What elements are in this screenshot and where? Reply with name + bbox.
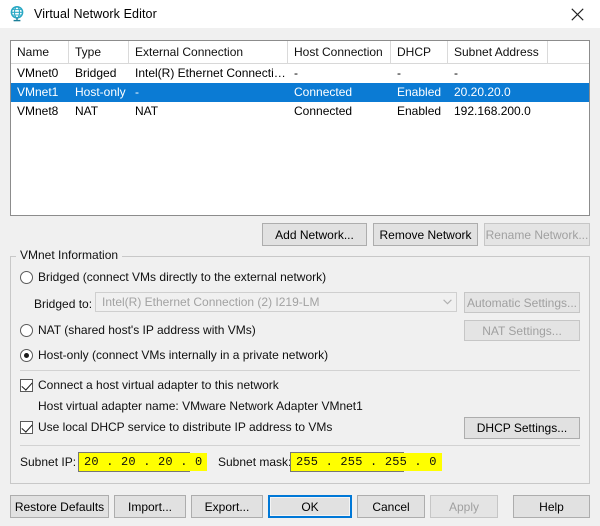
column-header-type[interactable]: Type xyxy=(69,41,129,63)
globe-icon xyxy=(8,5,26,23)
import-button[interactable]: Import... xyxy=(114,495,186,518)
radio-bridged[interactable]: Bridged (connect VMs directly to the ext… xyxy=(20,270,326,284)
checkbox-local-dhcp[interactable]: Use local DHCP service to distribute IP … xyxy=(20,420,332,434)
export-button[interactable]: Export... xyxy=(191,495,263,518)
radio-bridged-label: Bridged (connect VMs directly to the ext… xyxy=(38,270,327,284)
subnet-mask-input[interactable]: 255 . 255 . 255 . 0 xyxy=(290,452,442,472)
subnet-ip-label: Subnet IP: xyxy=(20,455,77,469)
rename-network-button: Rename Network... xyxy=(484,223,590,246)
cell-type: Bridged xyxy=(75,66,117,80)
close-icon[interactable] xyxy=(554,0,600,28)
vmnet-information-title: VMnet Information xyxy=(16,248,123,262)
cell-type: NAT xyxy=(75,104,99,118)
column-header-subnet-address[interactable]: Subnet Address xyxy=(448,41,548,63)
cell-type: Host-only xyxy=(75,85,126,99)
column-header-host-connection[interactable]: Host Connection xyxy=(288,41,391,63)
radio-nat-label: NAT (shared host's IP address with VMs) xyxy=(38,323,256,337)
divider-upper xyxy=(20,370,580,371)
column-header-external-connection[interactable]: External Connection xyxy=(129,41,288,63)
cell-external-connection: NAT xyxy=(135,104,159,118)
radio-host-only-indicator xyxy=(20,348,33,362)
cell-external-connection: Intel(R) Ethernet Connectio... xyxy=(135,66,288,80)
cell-host-connection: - xyxy=(294,66,298,80)
column-header-name[interactable]: Name xyxy=(11,41,69,63)
radio-nat-indicator xyxy=(20,323,33,337)
bridged-to-value: Intel(R) Ethernet Connection (2) I219-LM xyxy=(102,295,320,309)
window-title: Virtual Network Editor xyxy=(34,7,157,21)
cell-external-connection: - xyxy=(135,85,139,99)
help-button[interactable]: Help xyxy=(513,495,590,518)
checkbox-connect-host-adapter-label: Connect a host virtual adapter to this n… xyxy=(38,378,279,392)
subnet-mask-value: 255 . 255 . 255 . 0 xyxy=(291,453,442,471)
subnet-ip-input[interactable]: 20 . 20 . 20 . 0 xyxy=(78,452,208,472)
cell-subnet-address: 20.20.20.0 xyxy=(454,85,511,99)
cell-name: VMnet0 xyxy=(17,66,59,80)
apply-button: Apply xyxy=(430,495,498,518)
subnet-mask-label: Subnet mask: xyxy=(218,455,292,469)
checkbox-local-dhcp-label: Use local DHCP service to distribute IP … xyxy=(38,420,333,434)
checkbox-local-dhcp-indicator xyxy=(20,420,33,434)
radio-host-only[interactable]: Host-only (connect VMs internally in a p… xyxy=(20,348,328,362)
cell-dhcp: Enabled xyxy=(397,85,442,99)
cell-subnet-address: - xyxy=(454,66,458,80)
bridged-to-label: Bridged to: xyxy=(34,297,93,311)
bridged-to-select: Intel(R) Ethernet Connection (2) I219-LM xyxy=(95,292,457,312)
add-network-button[interactable]: Add Network... xyxy=(262,223,367,246)
radio-host-only-label: Host-only (connect VMs internally in a p… xyxy=(38,348,329,362)
virtual-network-editor-window: Virtual Network Editor Name Type Externa… xyxy=(0,0,600,526)
checkbox-connect-host-adapter[interactable]: Connect a host virtual adapter to this n… xyxy=(20,378,279,392)
cancel-button[interactable]: Cancel xyxy=(357,495,425,518)
cell-name: VMnet1 xyxy=(17,85,59,99)
table-row[interactable]: VMnet8 NAT NAT Connected Enabled 192.168… xyxy=(11,102,589,121)
remove-network-button[interactable]: Remove Network xyxy=(373,223,478,246)
nat-settings-button: NAT Settings... xyxy=(464,320,580,341)
cell-host-connection: Connected xyxy=(294,104,353,118)
ok-button[interactable]: OK xyxy=(268,495,352,518)
table-row[interactable]: VMnet0 Bridged Intel(R) Ethernet Connect… xyxy=(11,64,589,83)
table-header-row: Name Type External Connection Host Conne… xyxy=(11,41,589,64)
title-bar: Virtual Network Editor xyxy=(0,0,600,28)
table-row-selected[interactable]: VMnet1 Host-only - Connected Enabled 20.… xyxy=(11,83,589,102)
chevron-down-icon xyxy=(438,299,456,305)
column-header-dhcp[interactable]: DHCP xyxy=(391,41,448,63)
radio-bridged-indicator xyxy=(20,270,33,284)
restore-defaults-button[interactable]: Restore Defaults xyxy=(10,495,109,518)
network-list-table[interactable]: Name Type External Connection Host Conne… xyxy=(10,40,590,216)
dhcp-settings-button[interactable]: DHCP Settings... xyxy=(464,417,580,439)
cell-dhcp: - xyxy=(397,66,401,80)
cell-dhcp: Enabled xyxy=(397,104,442,118)
cell-subnet-address: 192.168.200.0 xyxy=(454,104,531,118)
cell-name: VMnet8 xyxy=(17,104,59,118)
subnet-ip-value: 20 . 20 . 20 . 0 xyxy=(79,453,208,471)
automatic-settings-button: Automatic Settings... xyxy=(464,292,580,313)
divider-lower xyxy=(20,445,580,446)
radio-nat[interactable]: NAT (shared host's IP address with VMs) xyxy=(20,323,256,337)
checkbox-connect-host-adapter-indicator xyxy=(20,378,33,392)
column-header-filler xyxy=(548,41,589,63)
cell-host-connection: Connected xyxy=(294,85,353,99)
host-virtual-adapter-name: Host virtual adapter name: VMware Networ… xyxy=(38,399,363,413)
